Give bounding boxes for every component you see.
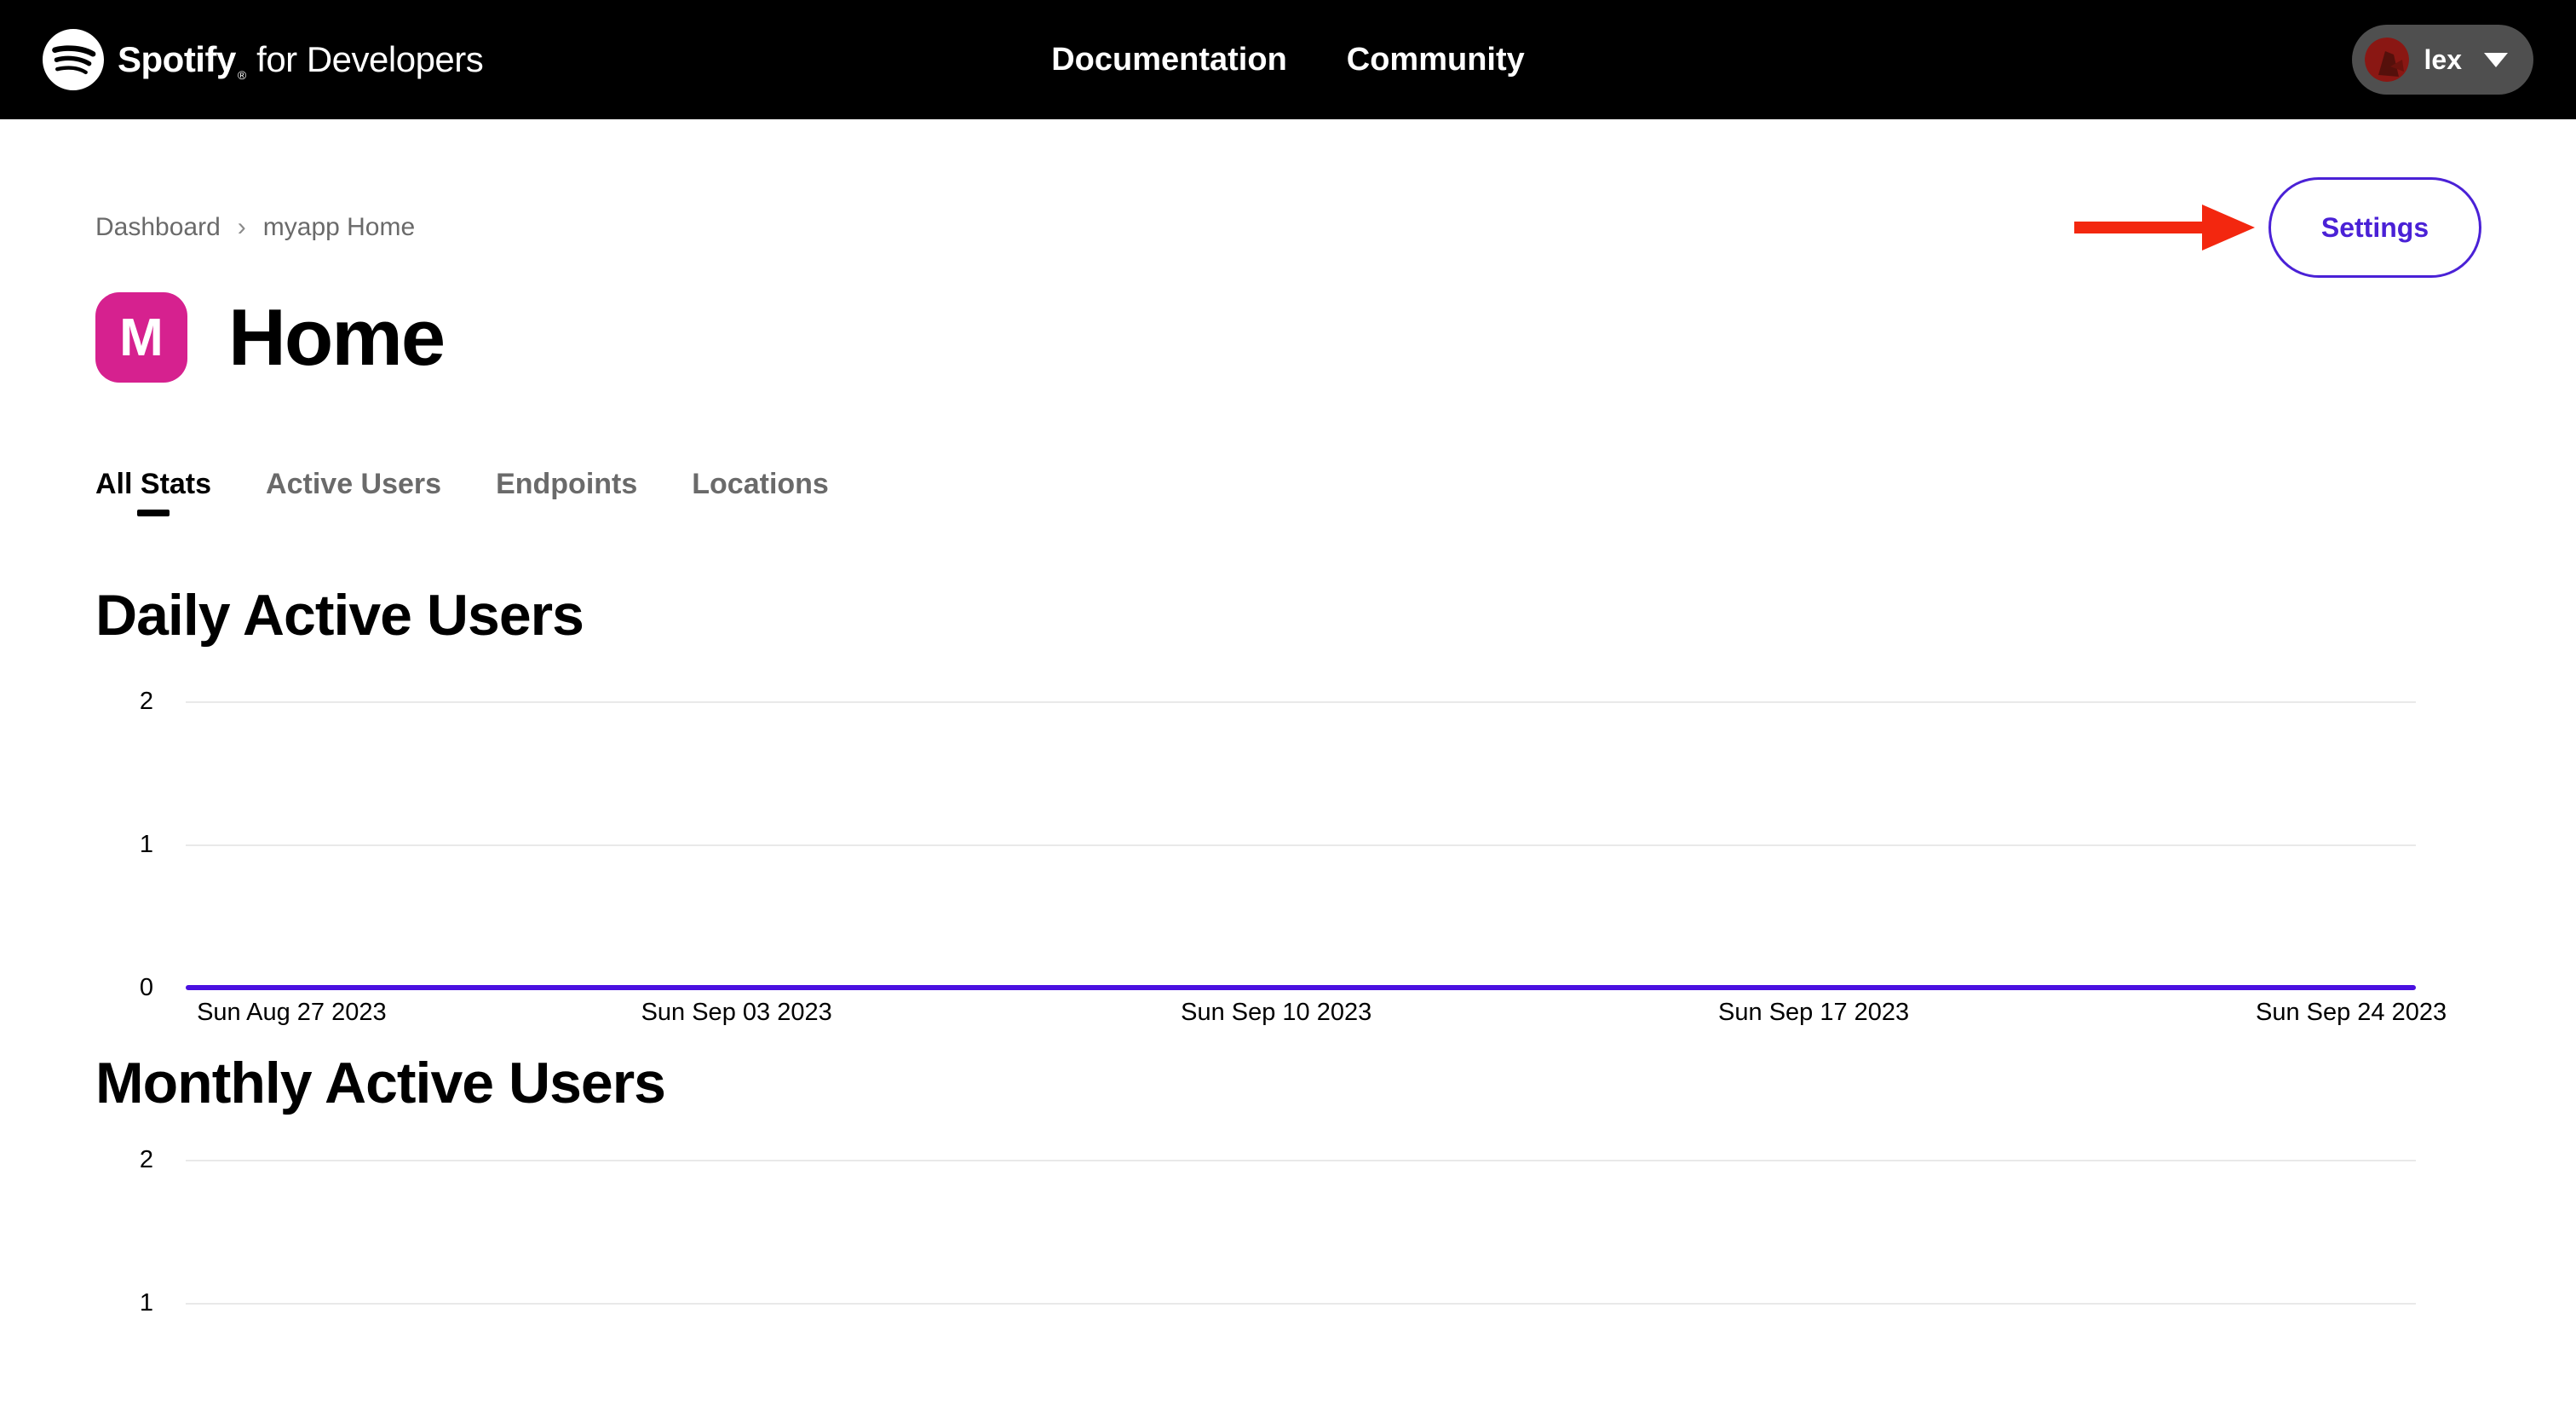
monthly-active-users-chart: 21 [95, 1160, 2416, 1406]
registered-mark: ® [238, 68, 246, 82]
page-title: Home [228, 291, 444, 383]
breadcrumb-separator: › [238, 213, 246, 242]
top-navbar: Spotify ® for Developers Documentation Co… [0, 0, 2576, 119]
tab-label: Endpoints [496, 467, 637, 501]
gridline-y-2 [186, 701, 2416, 703]
y-tick-label-2: 2 [94, 1143, 153, 1177]
red-arrow-icon [2074, 205, 2255, 251]
gridline-y-2 [186, 1160, 2416, 1161]
daily-active-users-section: Daily Active Users 210Sun Aug 27 2023Sun… [0, 579, 2576, 988]
gridline-y-1 [186, 1303, 2416, 1305]
breadcrumb-item-myapp-home[interactable]: myapp Home [263, 213, 415, 242]
navbar-links: Documentation Community [1051, 42, 1525, 78]
tab-label: Locations [692, 467, 829, 501]
nav-link-documentation[interactable]: Documentation [1051, 42, 1287, 78]
app-icon: M [95, 292, 187, 383]
x-tick-label-sun-sep-03-2023: Sun Sep 03 2023 [641, 999, 832, 1027]
brand-suffix: for Developers [256, 39, 483, 80]
monthly-chart-title: Monthly Active Users [95, 1047, 2481, 1119]
active-tab-underline [550, 510, 583, 516]
active-tab-underline [137, 510, 170, 516]
y-tick-label-0: 0 [94, 971, 153, 1005]
tab-locations[interactable]: Locations [692, 467, 829, 516]
user-avatar [2365, 37, 2409, 82]
breadcrumb-item-dashboard[interactable]: Dashboard [95, 213, 221, 242]
user-name: lex [2424, 44, 2462, 76]
user-menu[interactable]: lex [2352, 25, 2533, 95]
daily-chart-title: Daily Active Users [95, 579, 2481, 651]
page-header-row: Dashboard › myapp Home Settings [95, 177, 2481, 278]
y-tick-label-1: 1 [94, 827, 153, 861]
y-tick-label-2: 2 [94, 684, 153, 718]
settings-button[interactable]: Settings [2268, 177, 2481, 278]
tab-label: All Stats [95, 467, 211, 501]
active-tab-underline [745, 510, 777, 516]
x-tick-label-sun-aug-27-2023: Sun Aug 27 2023 [197, 999, 387, 1027]
app-icon-letter: M [119, 308, 164, 368]
daily-chart-plot-area: 210Sun Aug 27 2023Sun Sep 03 2023Sun Sep… [186, 701, 2416, 988]
active-tab-underline [337, 510, 370, 516]
y-tick-label-1: 1 [94, 1286, 153, 1320]
brand-name: Spotify [118, 39, 236, 80]
daily-active-users-chart: 210Sun Aug 27 2023Sun Sep 03 2023Sun Sep… [95, 701, 2416, 988]
tab-all-stats[interactable]: All Stats [95, 467, 211, 516]
header-actions: Settings [2074, 177, 2481, 278]
gridline-y-1 [186, 844, 2416, 846]
monthly-active-users-section: Monthly Active Users 21 [0, 1047, 2576, 1406]
spotify-icon [43, 29, 104, 90]
brand-spotify-for-developers[interactable]: Spotify ® for Developers [43, 29, 483, 90]
monthly-chart-plot-area: 21 [186, 1160, 2416, 1406]
app-title-row: M Home [95, 291, 2481, 383]
series-line-daily-active-users [186, 985, 2416, 990]
tab-label: Active Users [266, 467, 441, 501]
stats-tabs: All Stats Active Users Endpoints Locations [95, 467, 2481, 516]
x-tick-label-sun-sep-17-2023: Sun Sep 17 2023 [1718, 999, 1909, 1027]
x-tick-label-sun-sep-10-2023: Sun Sep 10 2023 [1181, 999, 1371, 1027]
breadcrumb: Dashboard › myapp Home [95, 213, 415, 242]
x-tick-label-sun-sep-24-2023: Sun Sep 24 2023 [2256, 999, 2447, 1027]
tab-active-users[interactable]: Active Users [266, 467, 441, 516]
chevron-down-icon [2484, 53, 2508, 67]
tab-endpoints[interactable]: Endpoints [496, 467, 637, 516]
nav-link-community[interactable]: Community [1347, 42, 1525, 78]
